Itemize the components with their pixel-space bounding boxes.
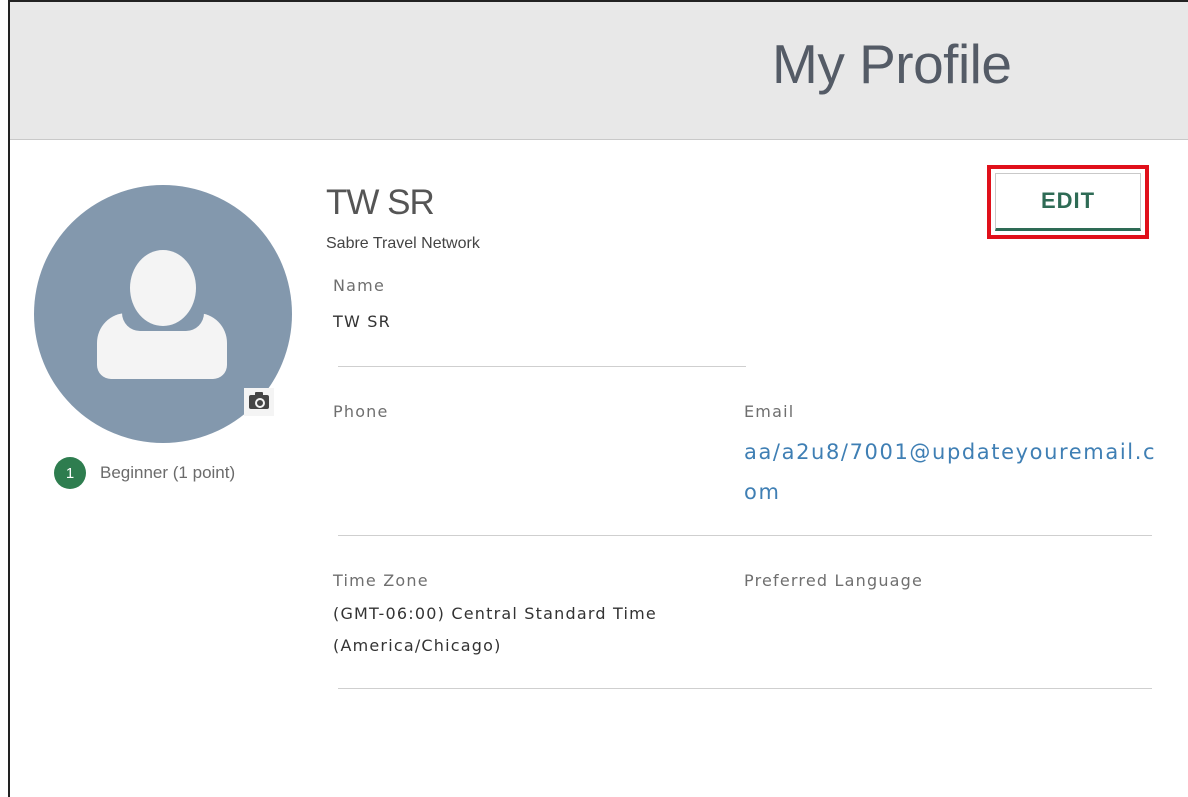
name-value: TW SR (333, 312, 391, 331)
rank-indicator: 1 Beginner (1 point) (54, 457, 235, 489)
name-divider (338, 366, 746, 367)
email-label: Email (744, 402, 795, 421)
page-title: My Profile (772, 33, 1012, 95)
change-photo-button[interactable] (244, 388, 274, 416)
name-label: Name (333, 276, 386, 295)
time-zone-label: Time Zone (333, 571, 429, 590)
user-silhouette-head (130, 250, 196, 326)
camera-icon (249, 392, 269, 409)
time-zone-value: (GMT-06:00) Central Standard Time (Ameri… (333, 604, 657, 655)
page-header: My Profile (10, 2, 1188, 140)
email-link[interactable]: aa/a2u8/7001@updateyouremail.com (744, 432, 1164, 512)
locale-divider (338, 688, 1152, 689)
preferred-language-label: Preferred Language (744, 571, 924, 590)
contact-divider (338, 535, 1152, 536)
profile-display-name: TW SR (326, 183, 435, 222)
rank-level-badge: 1 (54, 457, 86, 489)
rank-label: Beginner (1 point) (100, 463, 236, 482)
profile-company: Sabre Travel Network (326, 235, 480, 252)
phone-label: Phone (333, 402, 389, 421)
edit-profile-button[interactable]: EDIT (995, 173, 1141, 231)
